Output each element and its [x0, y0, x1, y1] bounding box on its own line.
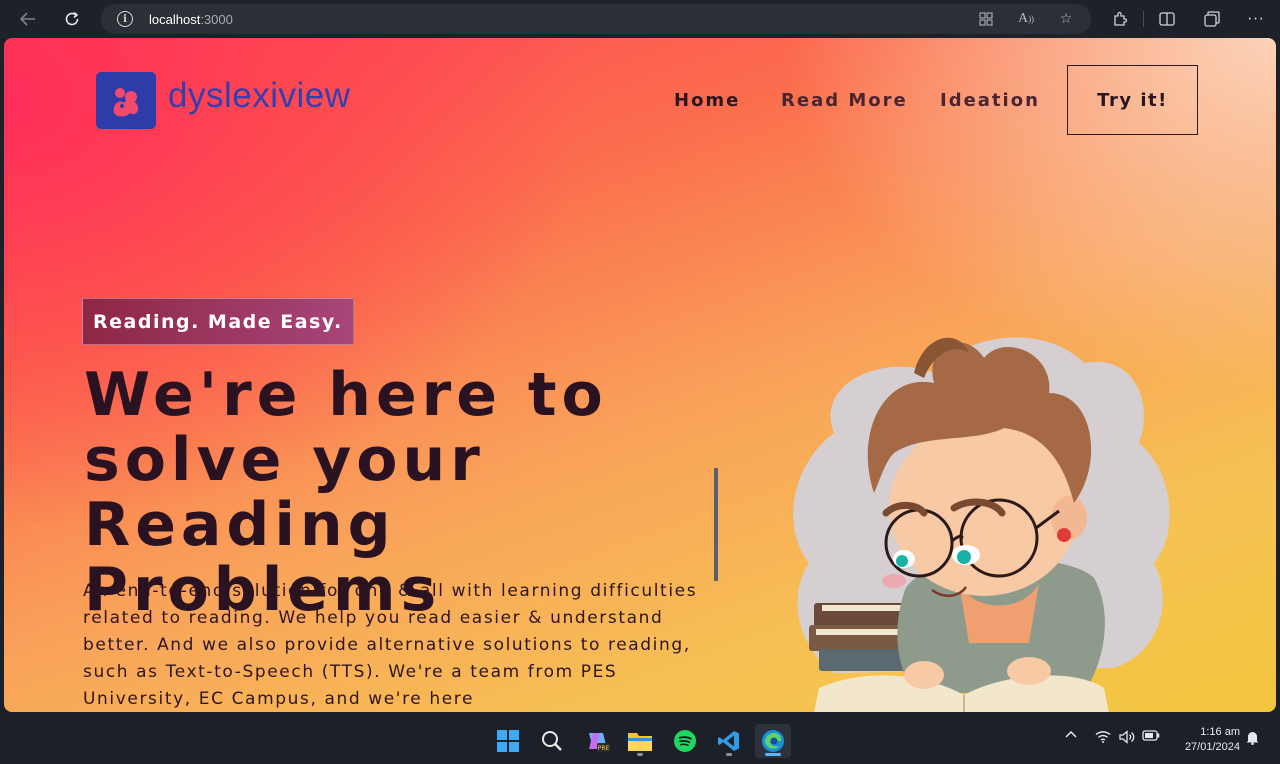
typing-caret: [714, 468, 718, 581]
logo-icon[interactable]: [96, 72, 156, 129]
tagline-badge: Reading. Made Easy.: [82, 298, 354, 345]
back-arrow-icon[interactable]: [14, 7, 42, 31]
more-options-icon[interactable]: ···: [1245, 8, 1267, 30]
windows-start-icon[interactable]: [490, 724, 526, 758]
clock-date: 27/01/2024: [1184, 741, 1240, 753]
notification-bell-icon[interactable]: [1244, 730, 1260, 745]
toolbar-divider: [1143, 11, 1144, 27]
search-icon[interactable]: [534, 724, 570, 758]
active-indicator: [765, 753, 781, 756]
running-indicator: [637, 753, 643, 756]
url-port: :3000: [200, 11, 233, 27]
collections-icon[interactable]: [1201, 8, 1223, 30]
show-hidden-icons-chevron-icon[interactable]: [1063, 730, 1079, 738]
nav-ideation[interactable]: Ideation: [940, 90, 1040, 111]
try-it-button[interactable]: Try it!: [1067, 65, 1198, 135]
headline-line-1: We're here to: [84, 360, 608, 430]
read-aloud-icon[interactable]: A)): [1015, 9, 1037, 29]
volume-icon[interactable]: [1118, 730, 1136, 744]
favorite-star-icon[interactable]: ☆: [1055, 9, 1077, 29]
wifi-icon[interactable]: [1094, 730, 1112, 743]
address-bar[interactable]: i localhost:3000 A)) ☆: [101, 4, 1091, 34]
page-viewport: dyslexiview Home Read More Ideation Try …: [4, 38, 1276, 712]
refresh-icon[interactable]: [58, 7, 86, 31]
edge-browser-icon[interactable]: [755, 724, 791, 758]
svg-text:PRE: PRE: [598, 745, 610, 752]
hero-description: An end-to-end solution for one & all wit…: [83, 581, 698, 709]
url-host: localhost: [149, 11, 201, 27]
clock-time: 1:16 am: [1200, 726, 1240, 738]
file-explorer-icon[interactable]: [622, 724, 658, 758]
spotify-icon[interactable]: [667, 724, 703, 758]
system-clock[interactable]: 1:16 am 27/01/2024: [1170, 725, 1240, 755]
nav-home[interactable]: Home: [674, 90, 740, 111]
running-indicator: [726, 753, 732, 756]
site-info-icon[interactable]: i: [117, 11, 133, 27]
browser-toolbar: i localhost:3000 A)) ☆ ···: [0, 0, 1280, 38]
windows-taskbar: PRE 1:16 am 27/01/2024: [0, 716, 1280, 764]
battery-icon[interactable]: [1142, 730, 1160, 741]
brand-name[interactable]: dyslexiview: [168, 76, 351, 116]
vscode-icon[interactable]: [711, 724, 747, 758]
extensions-icon[interactable]: [1109, 8, 1131, 30]
split-screen-icon[interactable]: [1156, 8, 1178, 30]
nav-read-more[interactable]: Read More: [781, 90, 908, 111]
app-available-icon[interactable]: [975, 9, 997, 29]
headline-line-2: solve your: [84, 425, 485, 495]
boy-reading-illustration: [793, 337, 1170, 712]
url-text[interactable]: localhost:3000: [149, 12, 233, 27]
copilot-icon[interactable]: PRE: [580, 724, 616, 758]
